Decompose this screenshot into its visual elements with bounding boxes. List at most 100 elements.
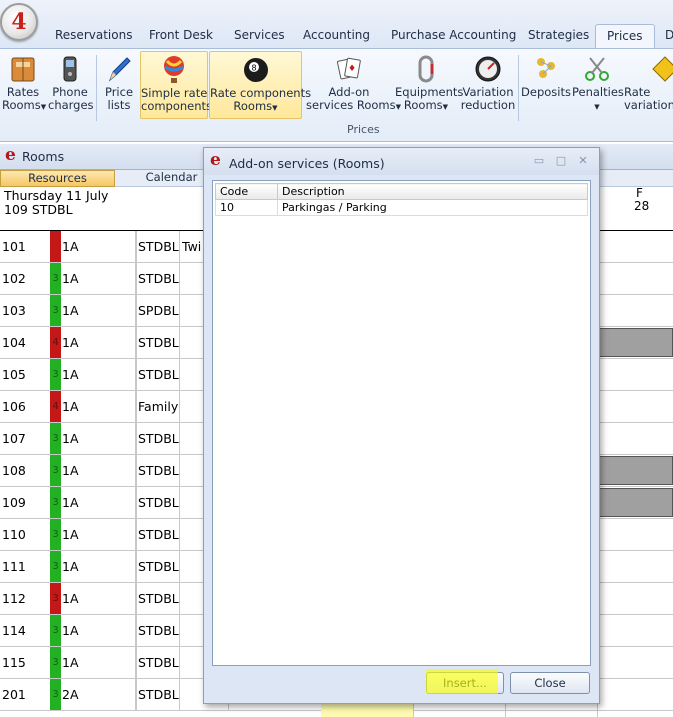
phone-charges-button[interactable]: Phone charges (48, 51, 94, 119)
room-type: STDBL (136, 551, 180, 582)
room-floor: 1A (62, 519, 136, 550)
room-type: STDBL (136, 359, 180, 390)
today-marker (321, 703, 413, 717)
room-floor: 1A (62, 647, 136, 678)
room-floor: 1A (62, 295, 136, 326)
app-logo: 4 (11, 9, 27, 35)
room-type: STDBL (136, 263, 180, 294)
tab-services[interactable]: Services (234, 28, 285, 48)
room-floor: 1A (62, 231, 136, 262)
deposits-button[interactable]: Deposits (521, 51, 571, 119)
tab-strategies[interactable]: Strategies (528, 28, 589, 48)
maximize-icon[interactable]: □ (554, 155, 568, 167)
ribbon-separator (96, 55, 97, 121)
room-floor: 1A (62, 423, 136, 454)
dialog-titlebar[interactable]: e Add-on services (Rooms) ▭ □ ✕ (204, 148, 599, 175)
room-number: 112 (2, 591, 26, 606)
cards-icon: ♦ (336, 57, 361, 80)
rate-variations-button[interactable]: Rate variations (622, 51, 673, 119)
rates-rooms-button[interactable]: Rates Rooms▼ (2, 51, 46, 119)
room-number: 106 (2, 399, 26, 414)
table-row[interactable]: 10 Parkingas / Parking (215, 199, 588, 216)
room-floor: 1A (62, 263, 136, 294)
rooms-panel-title: Rooms (22, 149, 65, 164)
room-status-indicator: 3 (50, 679, 61, 710)
svg-text:♦: ♦ (348, 64, 356, 74)
room-number: 104 (2, 335, 26, 350)
room-type: STDBL (136, 327, 180, 358)
carabiner-icon (418, 55, 434, 83)
add-on-services-rooms-button[interactable]: ♦ Add-on services Rooms▼ (306, 51, 401, 119)
reservation-block[interactable] (598, 488, 673, 517)
price-lists-button[interactable]: Price lists (100, 51, 138, 119)
add-on-services-list[interactable]: Code Description 10 Parkingas / Parking (212, 180, 591, 666)
scissors-icon (585, 57, 609, 81)
room-status-indicator: 3 (50, 647, 61, 678)
room-number: 103 (2, 303, 26, 318)
room-status-indicator: 3 (50, 615, 61, 646)
ribbon-separator (518, 55, 519, 121)
ribbon-group-label: Prices (347, 123, 380, 136)
room-floor: 1A (62, 327, 136, 358)
equipments-rooms-button[interactable]: Equipments Rooms▼ (395, 51, 463, 119)
column-header-description[interactable]: Description (277, 183, 588, 200)
room-number: 108 (2, 463, 26, 478)
variation-reduction-button[interactable]: Variation reduction (460, 51, 516, 119)
close-icon[interactable]: ✕ (576, 155, 590, 167)
room-type: STDBL (136, 423, 180, 454)
chevron-down-icon: ▼ (442, 103, 449, 111)
room-status-indicator: 3 (50, 583, 61, 614)
tab-purchase-accounting[interactable]: Purchase Accounting (391, 28, 516, 48)
tab-reservations[interactable]: Reservations (55, 28, 132, 48)
room-type: SPDBL (136, 295, 180, 326)
room-number: 109 (2, 495, 26, 510)
pen-icon (108, 57, 131, 82)
room-floor: 1A (62, 615, 136, 646)
gauge-icon (475, 56, 501, 82)
tab-accounting[interactable]: Accounting (303, 28, 370, 48)
rate-components-rooms-button[interactable]: 8 Rate components Rooms▼ (209, 51, 311, 119)
eight-ball-icon: 8 (243, 58, 268, 82)
room-type: STDBL (136, 455, 180, 486)
service-code: 10 (215, 199, 278, 216)
room-floor: 1A (62, 551, 136, 582)
deposit-icon (537, 58, 555, 78)
column-header-code[interactable]: Code (215, 183, 278, 200)
room-number: 114 (2, 623, 26, 638)
room-floor: 1A (62, 487, 136, 518)
room-floor: 1A (62, 455, 136, 486)
phone-icon (63, 56, 77, 82)
subtab-resources[interactable]: Resources (0, 170, 115, 187)
minimize-icon[interactable]: ▭ (532, 155, 546, 167)
room-status-indicator: 4 (50, 391, 61, 422)
penalties-button[interactable]: Penalties ▼ (572, 51, 624, 119)
tab-prices[interactable]: Prices (595, 24, 655, 49)
reservation-block[interactable] (598, 456, 673, 485)
room-number: 201 (2, 687, 26, 702)
room-type: STDBL (136, 519, 180, 550)
room-floor: 2A (62, 679, 136, 710)
chevron-down-icon: ▼ (594, 103, 600, 111)
selected-room: 109 STDBL (4, 202, 73, 217)
dialog-title: Add-on services (Rooms) (229, 156, 385, 171)
book-icon (11, 57, 35, 82)
room-number: 110 (2, 527, 26, 542)
simple-rate-components-button[interactable]: Simple rate components (140, 51, 212, 119)
room-type: STDBL (136, 615, 180, 646)
room-number: 115 (2, 655, 26, 670)
reservation-block[interactable] (598, 328, 673, 357)
tab-d[interactable]: D (665, 28, 673, 48)
room-number: 107 (2, 431, 26, 446)
app-menu-button[interactable]: 4 (0, 3, 38, 41)
room-status-indicator: 3 (50, 359, 61, 390)
tab-front-desk[interactable]: Front Desk (149, 28, 213, 48)
room-number: 101 (2, 239, 26, 254)
close-button[interactable]: Close (510, 672, 590, 694)
insert-button[interactable]: Insert... (426, 672, 504, 694)
room-floor: 1A (62, 391, 136, 422)
room-floor: 1A (62, 583, 136, 614)
add-on-services-dialog: e Add-on services (Rooms) ▭ □ ✕ Code Des… (203, 147, 600, 704)
room-type: Family (136, 391, 180, 422)
room-status-indicator: 3 (50, 295, 61, 326)
service-description: Parkingas / Parking (277, 199, 588, 216)
